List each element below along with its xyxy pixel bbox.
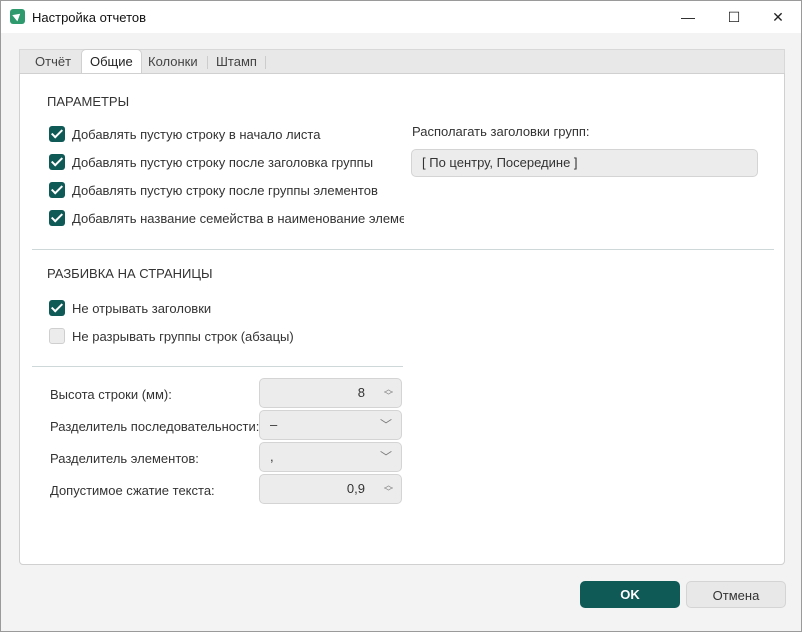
checkbox-keep-row-groups[interactable]: Не разрывать группы строк (абзацы)	[49, 328, 294, 344]
checkbox-checked-icon	[49, 300, 65, 316]
checkbox-label: Не разрывать группы строк (абзацы)	[72, 329, 294, 344]
general-panel: ПАРАМЕТРЫ Добавлять пустую строку в нача…	[19, 73, 785, 565]
tab-stamp[interactable]: Штамп	[216, 50, 257, 74]
row-height-label: Высота строки (мм):	[50, 387, 172, 402]
tab-bar: Отчёт Общие Колонки Штамп	[19, 49, 785, 73]
checkbox-checked-icon	[49, 210, 65, 226]
divider	[32, 366, 403, 367]
checkbox-label: Не отрывать заголовки	[72, 301, 211, 316]
cancel-button[interactable]: Отмена	[686, 581, 786, 608]
window-title: Настройка отчетов	[32, 10, 146, 25]
element-separator-label: Разделитель элементов:	[50, 451, 199, 466]
checkbox-label: Добавлять название семейства в наименова…	[72, 211, 404, 226]
row-height-value: 8	[358, 385, 365, 400]
checkbox-empty-row-after-group[interactable]: Добавлять пустую строку после группы эле…	[49, 182, 404, 198]
spin-arrows-icon[interactable]: ︿﹀	[384, 482, 393, 496]
sequence-separator-label: Разделитель последовательности:	[50, 419, 259, 434]
checkbox-label: Добавлять пустую строку после заголовка …	[72, 155, 373, 170]
minimize-button[interactable]: —	[665, 1, 711, 33]
checkbox-keep-headers[interactable]: Не отрывать заголовки	[49, 300, 211, 316]
tab-general[interactable]: Общие	[81, 49, 142, 75]
chevron-down-icon: ﹀	[380, 411, 392, 439]
close-button[interactable]: ✕	[755, 1, 801, 33]
tab-separator	[207, 56, 208, 69]
checkbox-family-name[interactable]: Добавлять название семейства в наименова…	[49, 210, 404, 226]
text-compression-label: Допустимое сжатие текста:	[50, 483, 215, 498]
tab-columns[interactable]: Колонки	[148, 50, 198, 74]
spin-arrows-icon[interactable]: ︿﹀	[384, 386, 393, 400]
text-compression-value: 0,9	[347, 481, 365, 496]
tab-report[interactable]: Отчёт	[35, 50, 71, 74]
element-separator-select[interactable]: ,﹀	[259, 442, 402, 472]
divider	[32, 249, 774, 250]
element-separator-value: ,	[270, 449, 274, 464]
sequence-separator-select[interactable]: –﹀	[259, 410, 402, 440]
text-compression-spinner[interactable]: 0,9 ︿﹀	[259, 474, 402, 504]
title-bar: Настройка отчетов — ☐ ✕	[1, 1, 801, 33]
ok-button[interactable]: OK	[580, 581, 680, 608]
dialog-window: Настройка отчетов — ☐ ✕ Отчёт Общие Коло…	[0, 0, 802, 632]
params-heading: ПАРАМЕТРЫ	[47, 94, 129, 109]
checkbox-label: Добавлять пустую строку после группы эле…	[72, 183, 378, 198]
checkbox-unchecked-icon	[49, 328, 65, 344]
sequence-separator-value: –	[270, 417, 277, 432]
checkbox-label: Добавлять пустую строку в начало листа	[72, 127, 320, 142]
chevron-down-icon: ﹀	[380, 443, 392, 471]
checkbox-checked-icon	[49, 126, 65, 142]
group-headers-label: Располагать заголовки групп:	[412, 124, 590, 139]
paging-heading: РАЗБИВКА НА СТРАНИЦЫ	[47, 266, 212, 281]
checkbox-empty-row-after-header[interactable]: Добавлять пустую строку после заголовка …	[49, 154, 404, 170]
checkbox-checked-icon	[49, 182, 65, 198]
app-icon	[10, 9, 25, 24]
checkbox-checked-icon	[49, 154, 65, 170]
maximize-button[interactable]: ☐	[711, 1, 757, 33]
checkbox-empty-row-start[interactable]: Добавлять пустую строку в начало листа	[49, 126, 404, 142]
row-height-spinner[interactable]: 8 ︿﹀	[259, 378, 402, 408]
tab-separator	[265, 56, 266, 69]
group-headers-field[interactable]: [ По центру, Посередине ]	[411, 149, 758, 177]
